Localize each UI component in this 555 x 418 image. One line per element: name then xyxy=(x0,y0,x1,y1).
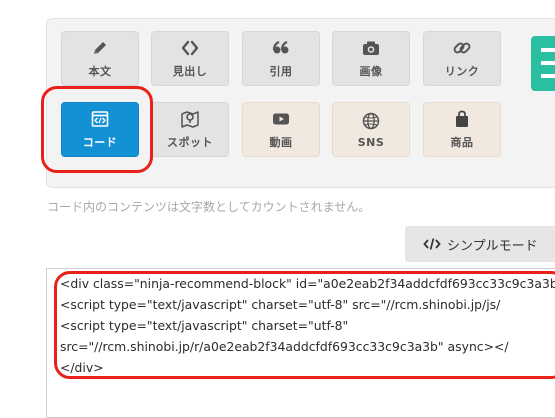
code-line: <script type="text/javascript" charset="… xyxy=(60,297,501,312)
character-count-note: コード内のコンテンツは文字数としてカウントされません。 xyxy=(47,200,371,214)
tool-button-heading[interactable]: 見出し xyxy=(151,31,229,86)
code-line: src="//rcm.shinobi.jp/r/a0e2eab2f34addcf… xyxy=(60,339,509,354)
tool-button-video[interactable]: 動画 xyxy=(242,102,320,157)
tool-button-quote[interactable]: 引用 xyxy=(242,31,320,86)
tool-button-link[interactable]: リンク xyxy=(423,31,501,86)
tool-label: 本文 xyxy=(88,65,112,78)
camera-icon xyxy=(363,41,379,55)
shopping-bag-icon xyxy=(456,110,468,127)
tool-label: スポット xyxy=(167,136,213,149)
code-window-icon xyxy=(91,111,109,127)
map-pin-icon xyxy=(181,111,199,128)
tool-button-spot[interactable]: スポット xyxy=(151,102,229,157)
tool-label: 見出し xyxy=(172,65,208,78)
link-icon xyxy=(453,42,471,54)
code-slash-icon xyxy=(423,238,441,250)
tool-label: コード xyxy=(82,136,118,149)
tool-label: リンク xyxy=(444,65,480,78)
angle-brackets-icon xyxy=(181,40,199,56)
tool-button-image[interactable]: 画像 xyxy=(332,31,410,86)
pencil-icon xyxy=(94,42,106,54)
tool-label: 動画 xyxy=(269,136,293,149)
simple-mode-button[interactable]: シンプルモード xyxy=(405,226,555,262)
quote-icon xyxy=(272,40,289,54)
tool-button-sns[interactable]: SNS xyxy=(332,102,410,157)
list-tool-button[interactable] xyxy=(531,36,555,91)
code-line: </div> xyxy=(60,360,104,375)
simple-mode-label: シンプルモード xyxy=(447,238,538,254)
code-line: <div class="ninja-recommend-block" id="a… xyxy=(60,276,555,291)
tool-button-product[interactable]: 商品 xyxy=(423,102,501,157)
tool-label: 商品 xyxy=(450,136,474,149)
code-line: <script type="text/javascript" charset="… xyxy=(60,318,349,333)
tool-label: 引用 xyxy=(269,65,293,78)
globe-icon xyxy=(362,112,380,129)
tool-label: SNS xyxy=(357,135,385,149)
tool-button-text[interactable]: 本文 xyxy=(61,31,139,86)
video-play-icon xyxy=(273,113,289,125)
tool-button-code[interactable]: コード xyxy=(61,102,139,157)
code-editor[interactable]: <div class="ninja-recommend-block" id="a… xyxy=(46,268,555,418)
tool-label: 画像 xyxy=(359,65,383,78)
